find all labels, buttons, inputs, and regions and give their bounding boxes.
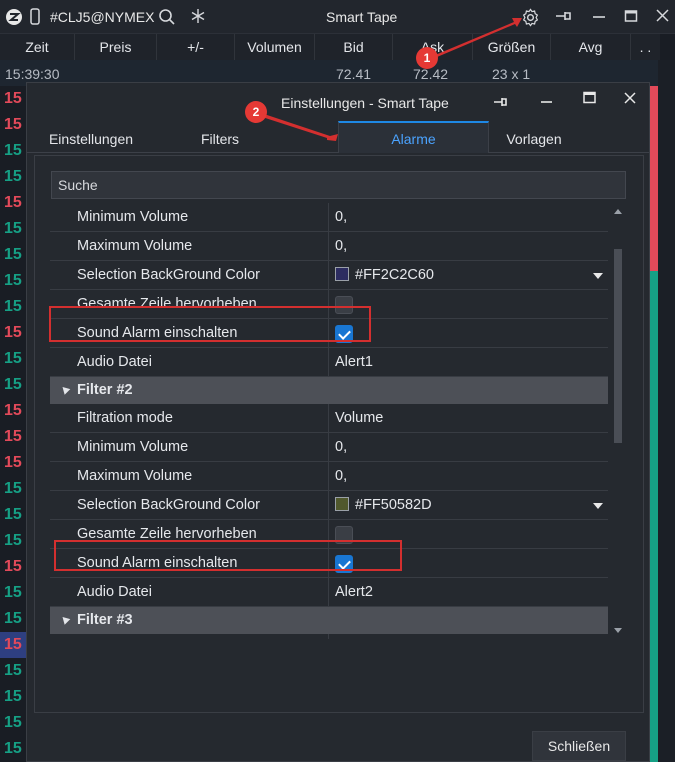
step-badge-2: 2: [245, 101, 267, 123]
step-badge-1: 1: [416, 47, 438, 69]
smart-tape-window: #CLJ5@NYMEX Smart Tape Zeit Preis +/- Vo…: [0, 0, 675, 762]
arrow-to-alarme-tab: [256, 112, 338, 141]
annotation-arrows: [256, 18, 522, 141]
arrow-to-settings: [428, 18, 522, 60]
